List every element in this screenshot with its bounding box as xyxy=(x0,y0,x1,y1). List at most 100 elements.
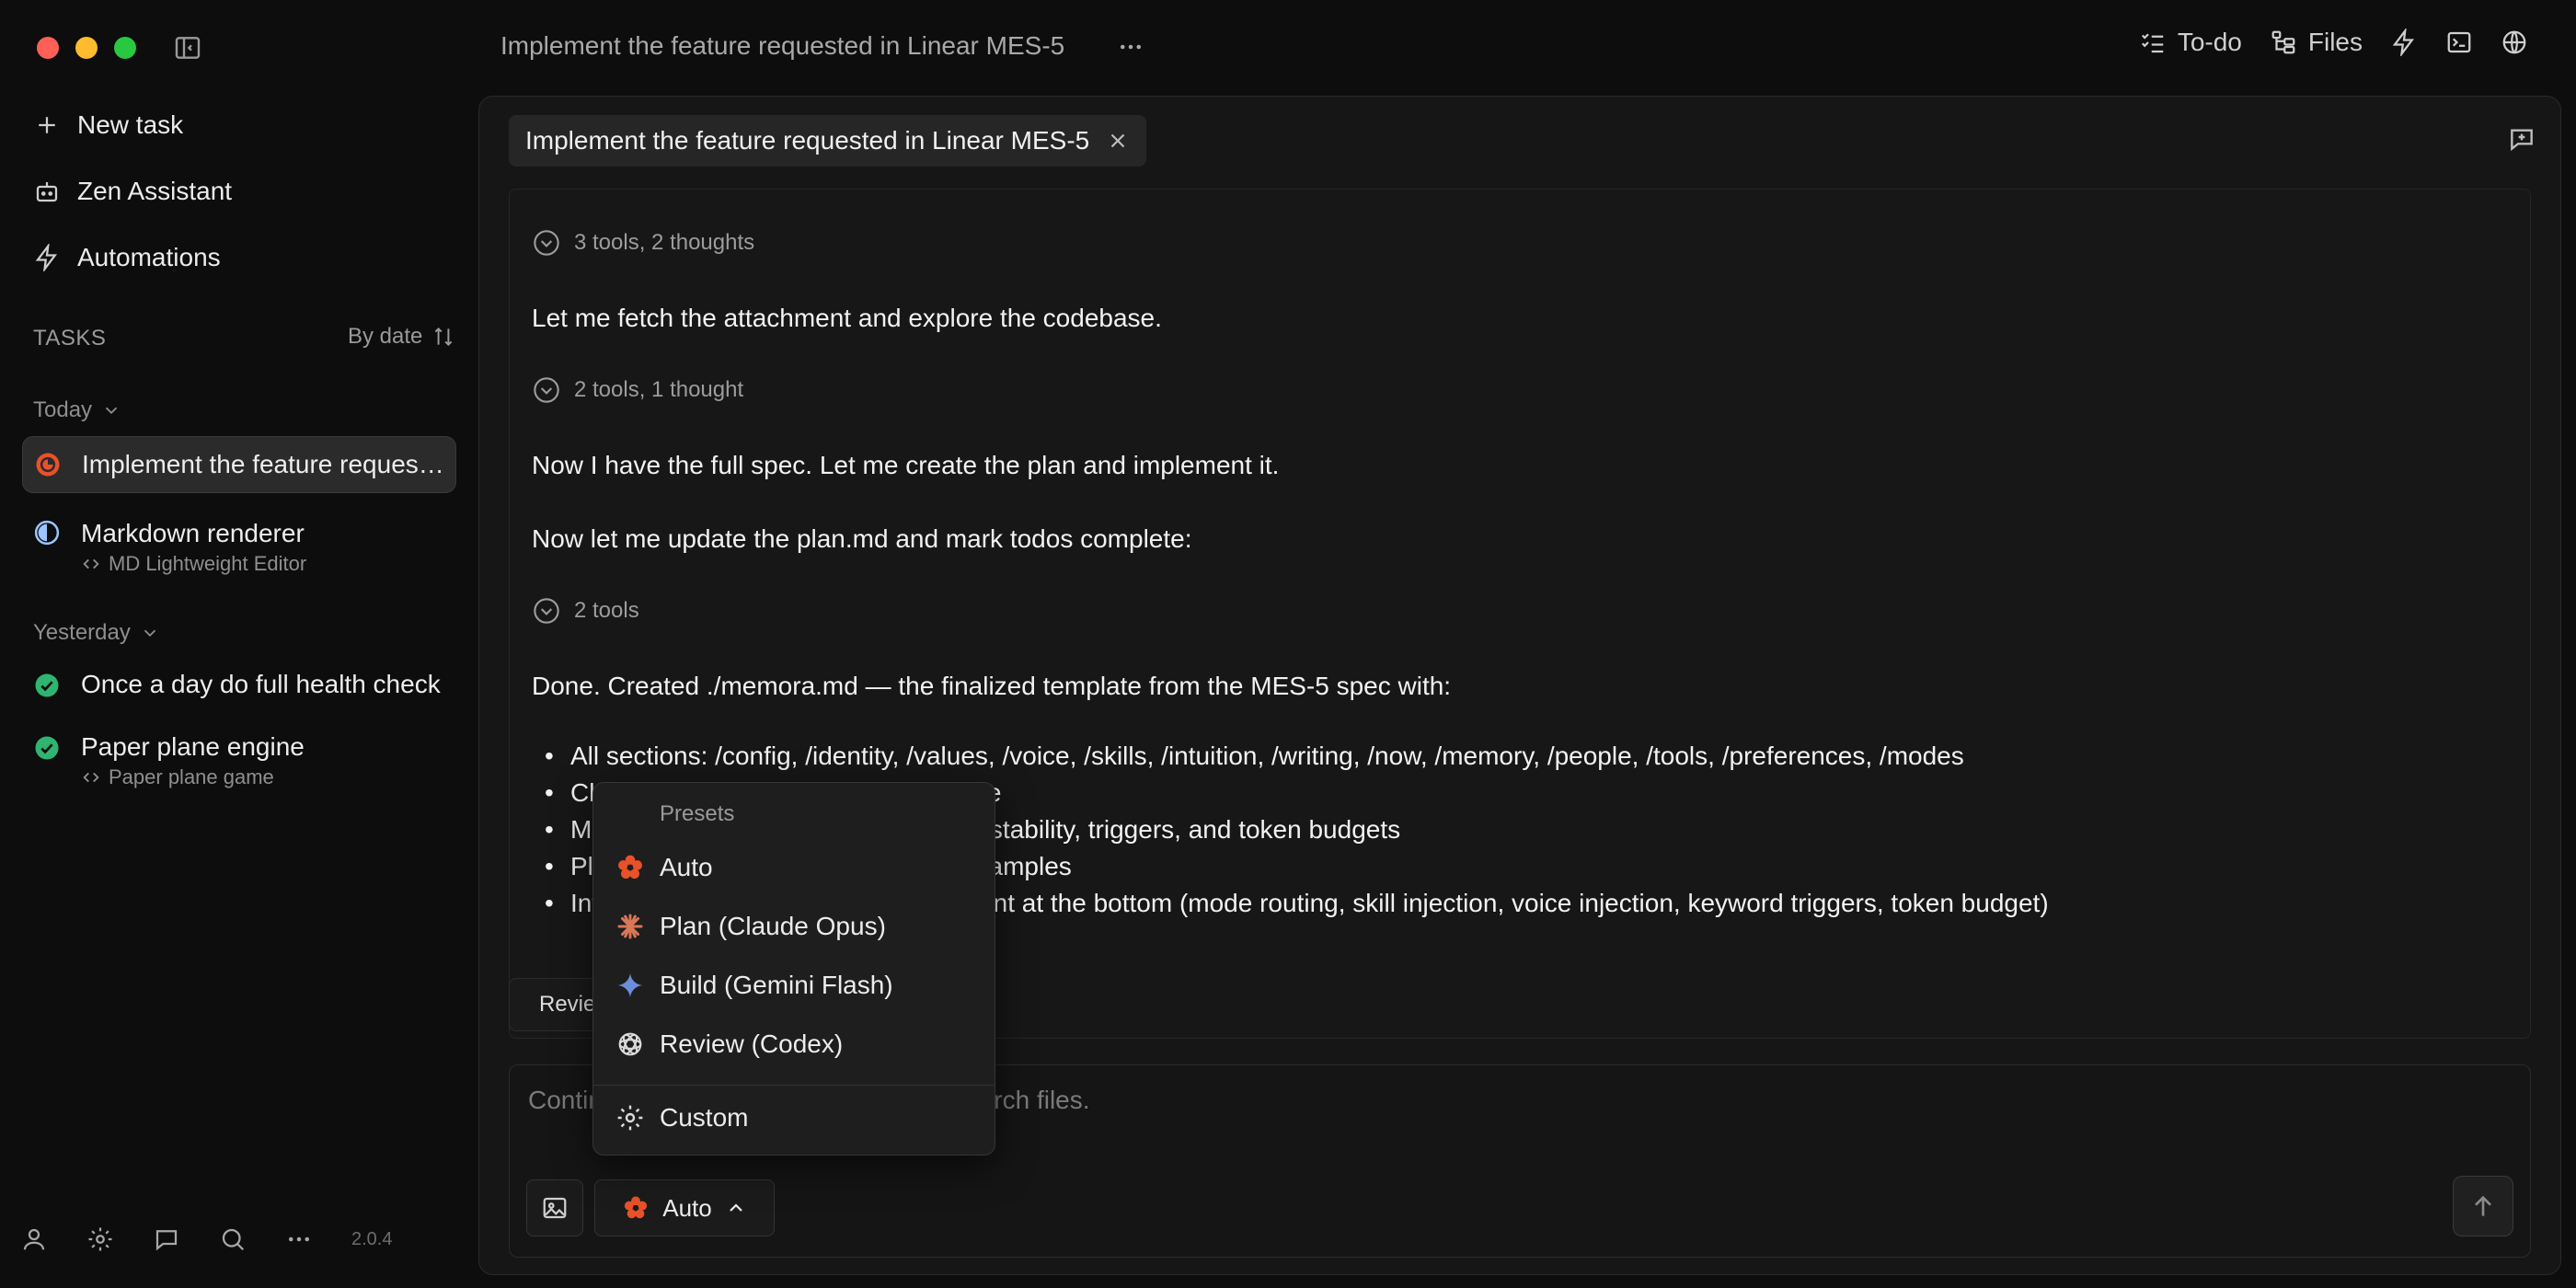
todo-label: To-do xyxy=(2177,28,2242,56)
tools-summary-toggle[interactable]: 3 tools, 2 thoughts xyxy=(532,228,754,258)
gear-icon[interactable] xyxy=(86,1225,114,1253)
sort-by-date-button[interactable]: By date xyxy=(348,324,455,350)
files-button[interactable]: Files xyxy=(2270,28,2363,57)
message-plus-icon xyxy=(2511,129,2533,152)
zen-assistant-button[interactable]: Zen Assistant xyxy=(33,177,232,206)
tasks-section-label: TASKS xyxy=(33,326,107,351)
chat-icon[interactable] xyxy=(153,1225,180,1253)
bolt-icon[interactable] xyxy=(2390,29,2418,56)
list-item: All sections: /config, /identity, /value… xyxy=(532,742,2049,778)
send-button[interactable] xyxy=(2453,1176,2513,1236)
robot-icon xyxy=(36,182,58,202)
chevron-down-icon xyxy=(144,629,156,638)
terminal-icon[interactable] xyxy=(2445,29,2473,56)
check-circle-icon xyxy=(35,736,59,760)
preset-build[interactable]: Build (Gemini Flash) xyxy=(615,971,893,1000)
more-icon xyxy=(1121,44,1141,50)
flower-icon xyxy=(625,1196,648,1219)
header-more-button[interactable] xyxy=(1117,33,1144,61)
task-title: Implement the feature requested in Linea… xyxy=(82,450,450,478)
maximize-window-button[interactable] xyxy=(114,37,136,59)
tab-title: Implement the feature requested in Linea… xyxy=(525,126,1090,155)
check-circle-icon xyxy=(35,673,59,697)
chevron-down-icon xyxy=(105,407,118,415)
search-icon[interactable] xyxy=(219,1225,247,1253)
group-yesterday-label: Yesterday xyxy=(33,620,131,645)
chevron-down-circle-icon xyxy=(534,230,559,256)
preset-review[interactable]: Review (Codex) xyxy=(615,1029,843,1059)
new-task-button[interactable]: New task xyxy=(33,110,183,140)
tools-summary-toggle[interactable]: 2 tools, 1 thought xyxy=(532,375,743,405)
header-actions: To-do Files xyxy=(2139,28,2528,57)
task-subtitle: Paper plane game xyxy=(81,765,274,789)
presets-dropdown: Presets Auto Plan (Claude Opus) Build (G… xyxy=(592,782,995,1156)
presets-heading: Presets xyxy=(660,801,735,826)
preset-plan[interactable]: Plan (Claude Opus) xyxy=(615,912,886,941)
new-comment-button[interactable] xyxy=(2507,124,2536,154)
more-icon[interactable] xyxy=(285,1225,313,1253)
close-window-button[interactable] xyxy=(37,37,59,59)
flower-icon xyxy=(618,855,642,879)
preset-label: Build (Gemini Flash) xyxy=(660,971,893,999)
preset-label: Plan (Claude Opus) xyxy=(660,912,886,940)
version-label: 2.0.4 xyxy=(351,1228,393,1249)
arrow-up-icon xyxy=(2475,1195,2491,1216)
claude-icon xyxy=(617,914,643,939)
task-subtitle-text: Paper plane game xyxy=(109,765,274,788)
chevron-down-circle-icon xyxy=(534,598,559,624)
group-today[interactable]: Today xyxy=(33,397,121,423)
tools-summary-text: 3 tools, 2 thoughts xyxy=(574,230,755,255)
window-controls xyxy=(37,37,136,59)
assistant-message: Now I have the full spec. Let me create … xyxy=(532,451,1280,479)
close-icon[interactable] xyxy=(1106,129,1130,153)
mode-label: Auto xyxy=(662,1193,712,1222)
group-today-label: Today xyxy=(33,397,93,422)
task-title: Once a day do full health check xyxy=(81,670,441,698)
automations-label: Automations xyxy=(77,243,221,271)
sidebar-bottom-bar: 2.0.4 xyxy=(20,1225,392,1253)
user-icon[interactable] xyxy=(20,1225,48,1253)
globe-icon[interactable] xyxy=(2501,29,2528,56)
task-subtitle: MD Lightweight Editor xyxy=(81,552,306,576)
preset-custom[interactable]: Custom xyxy=(615,1103,748,1133)
gear-icon xyxy=(617,1105,643,1131)
tab-current-task[interactable]: Implement the feature requested in Linea… xyxy=(509,115,1147,167)
task-item[interactable]: Once a day do full health check xyxy=(22,668,456,708)
group-yesterday[interactable]: Yesterday xyxy=(33,620,160,646)
plus-icon xyxy=(39,117,55,133)
files-label: Files xyxy=(2307,28,2363,56)
review-button[interactable]: Review xyxy=(509,978,597,1031)
automations-button[interactable]: Automations xyxy=(33,243,221,272)
bolt-icon xyxy=(35,244,57,271)
sort-arrows-icon xyxy=(435,327,453,347)
tools-summary-text: 2 tools, 1 thought xyxy=(574,377,744,402)
review-label: Review xyxy=(539,992,596,1017)
toggle-sidebar-button[interactable] xyxy=(173,33,202,63)
attach-image-button[interactable] xyxy=(526,1179,583,1236)
task-item[interactable]: Markdown renderer MD Lightweight Editor xyxy=(22,515,456,581)
mode-selector-button[interactable]: Auto xyxy=(594,1179,775,1236)
assistant-message: Now let me update the plan.md and mark t… xyxy=(532,524,1192,553)
new-task-label: New task xyxy=(77,110,184,139)
minimize-window-button[interactable] xyxy=(75,37,98,59)
openai-icon xyxy=(618,1032,642,1056)
task-item[interactable]: Paper plane engine Paper plane game xyxy=(22,730,456,797)
file-tree-icon xyxy=(2271,30,2295,54)
image-icon xyxy=(543,1197,567,1219)
dropdown-divider xyxy=(593,1085,995,1086)
task-item-active[interactable]: Implement the feature requested in Linea… xyxy=(22,436,456,493)
preset-label: Review (Codex) xyxy=(660,1029,844,1058)
zen-assistant-label: Zen Assistant xyxy=(77,177,233,205)
code-icon xyxy=(83,558,99,569)
tools-summary-text: 2 tools xyxy=(574,598,639,623)
chevron-up-icon xyxy=(729,1203,742,1212)
code-icon xyxy=(83,772,99,783)
running-status-icon xyxy=(36,453,60,477)
sidebar: New task Zen Assistant Automations TASKS… xyxy=(0,0,478,1288)
tools-summary-toggle[interactable]: 2 tools xyxy=(532,596,639,626)
task-title: Markdown renderer xyxy=(81,519,305,547)
todo-button[interactable]: To-do xyxy=(2139,28,2242,57)
preset-auto[interactable]: Auto xyxy=(615,853,713,882)
gemini-icon xyxy=(617,972,643,998)
half-circle-status-icon xyxy=(34,520,60,546)
